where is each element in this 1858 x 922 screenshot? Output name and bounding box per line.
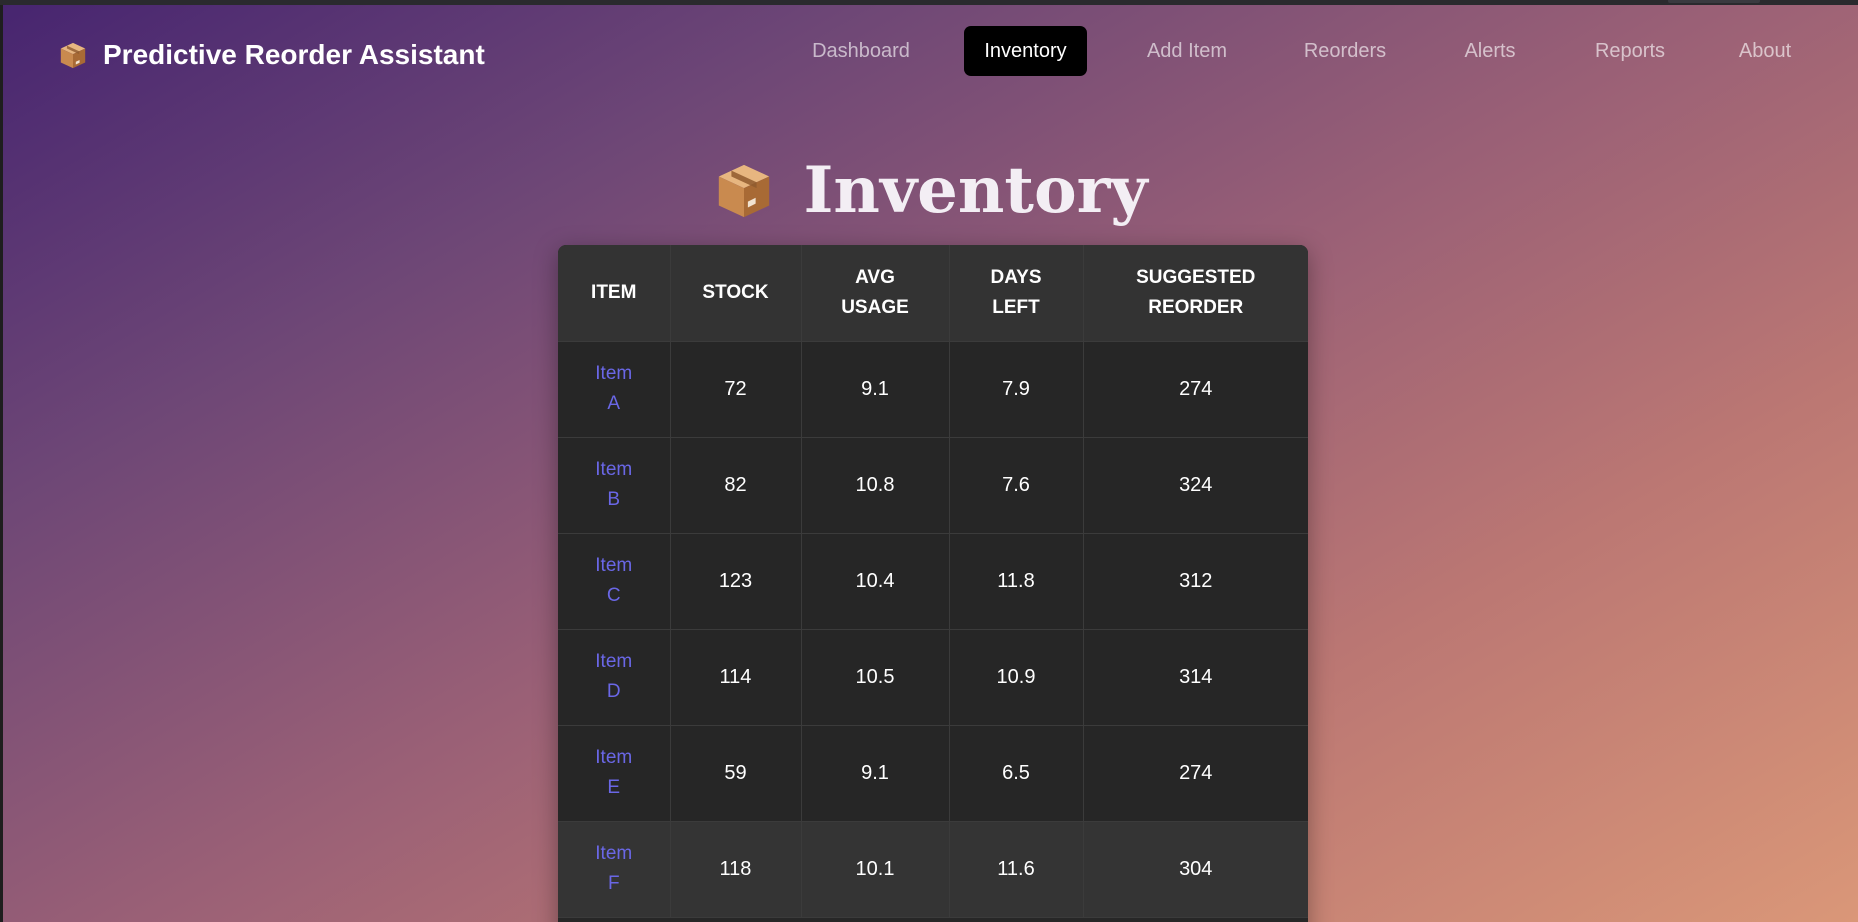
- table-row: Item C 123 10.4 11.8 312: [558, 533, 1308, 630]
- column-header-suggested-reorder[interactable]: Suggested Reorder: [1083, 245, 1308, 342]
- scrollbar-thumb[interactable]: [1668, 0, 1760, 3]
- suggested-reorder-cell: 304: [1083, 821, 1308, 918]
- stock-cell: 123: [670, 533, 802, 630]
- days-left-cell: 6.5: [949, 725, 1084, 822]
- item-link[interactable]: Item D: [589, 647, 639, 707]
- nav-add-item[interactable]: Add Item: [1133, 26, 1241, 76]
- avg-usage-cell: 10.5: [801, 629, 950, 726]
- nav-reorders[interactable]: Reorders: [1293, 26, 1397, 76]
- item-cell: Item C: [558, 533, 671, 630]
- navbar: Predictive Reorder Assistant Dashboard I…: [3, 5, 1858, 95]
- days-left-cell: 10.9: [949, 629, 1084, 726]
- column-header-stock[interactable]: Stock: [670, 245, 802, 342]
- column-header-item[interactable]: Item: [558, 245, 671, 342]
- nav-inventory[interactable]: Inventory: [964, 26, 1087, 76]
- column-header-avg-usage[interactable]: Avg Usage: [801, 245, 950, 342]
- days-left-cell: 11.6: [949, 821, 1084, 918]
- stock-cell: 59: [670, 725, 802, 822]
- table-header-row: Item Stock Avg Usage Days Left Suggested…: [558, 245, 1308, 342]
- stock-cell: 82: [670, 437, 802, 534]
- inventory-table-card: Item Stock Avg Usage Days Left Suggested…: [558, 245, 1308, 922]
- item-cell: Item F: [558, 821, 671, 918]
- stock-cell: 72: [670, 341, 802, 438]
- days-left-cell: 11.8: [949, 533, 1084, 630]
- nav-dashboard[interactable]: Dashboard: [793, 26, 929, 76]
- item-cell: Item B: [558, 437, 671, 534]
- suggested-reorder-cell: 274: [1083, 341, 1308, 438]
- stock-cell: 118: [670, 821, 802, 918]
- item-link[interactable]: Item B: [589, 455, 639, 515]
- avg-usage-cell: 10.1: [801, 821, 950, 918]
- page-background: Predictive Reorder Assistant Dashboard I…: [3, 5, 1858, 922]
- table-row: Item A 72 9.1 7.9 274: [558, 341, 1308, 438]
- nav-alerts[interactable]: Alerts: [1451, 26, 1529, 76]
- page-heading: Inventory: [3, 145, 1858, 235]
- suggested-reorder-cell: 312: [1083, 533, 1308, 630]
- item-cell: Item E: [558, 725, 671, 822]
- suggested-reorder-cell: 324: [1083, 437, 1308, 534]
- column-header-days-left[interactable]: Days Left: [949, 245, 1084, 342]
- item-link[interactable]: Item F: [589, 839, 639, 899]
- column-header-label: Suggested Reorder: [1136, 266, 1256, 318]
- stock-cell: 114: [670, 629, 802, 726]
- nav-about[interactable]: About: [1720, 26, 1810, 76]
- item-cell: Item A: [558, 341, 671, 438]
- table-row: Item D 114 10.5 10.9 314: [558, 629, 1308, 726]
- days-left-cell: 7.9: [949, 341, 1084, 438]
- avg-usage-cell: 9.1: [801, 725, 950, 822]
- item-link[interactable]: Item E: [589, 743, 639, 803]
- column-header-label: Days Left: [990, 266, 1042, 318]
- nav-reports[interactable]: Reports: [1583, 26, 1677, 76]
- page-title: Inventory: [803, 152, 1148, 228]
- avg-usage-cell: 10.8: [801, 437, 950, 534]
- item-link[interactable]: Item A: [589, 359, 639, 419]
- days-left-cell: 7.6: [949, 437, 1084, 534]
- avg-usage-cell: 9.1: [801, 341, 950, 438]
- suggested-reorder-cell: 274: [1083, 725, 1308, 822]
- table-row: Item B 82 10.8 7.6 324: [558, 437, 1308, 534]
- avg-usage-cell: 10.4: [801, 533, 950, 630]
- column-header-label: Avg Usage: [841, 266, 909, 318]
- suggested-reorder-cell: 314: [1083, 629, 1308, 726]
- nav-links: Dashboard Inventory Add Item Reorders Al…: [3, 26, 1858, 76]
- package-icon: [719, 164, 770, 218]
- item-cell: Item D: [558, 629, 671, 726]
- table-row-hovered: Item F 118 10.1 11.6 304: [558, 821, 1308, 918]
- item-link[interactable]: Item C: [589, 551, 639, 611]
- table-row: Item E 59 9.1 6.5 274: [558, 725, 1308, 822]
- inventory-table: Item Stock Avg Usage Days Left Suggested…: [558, 245, 1308, 918]
